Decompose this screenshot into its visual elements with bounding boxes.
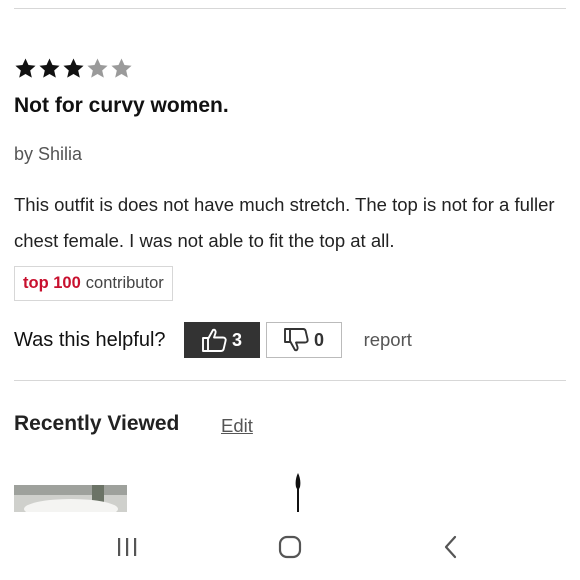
home-button[interactable] (270, 532, 310, 562)
recently-viewed-heading: Recently Viewed (14, 412, 180, 435)
review-body: This outfit is does not have much stretc… (14, 194, 555, 251)
contributor-badge: top 100 contributor (14, 266, 173, 301)
star-icon (39, 58, 60, 78)
star-icon (111, 58, 132, 78)
helpful-prompt: Was this helpful? (14, 328, 166, 351)
review-title: Not for curvy women. (14, 94, 229, 117)
star-icon (87, 58, 108, 78)
report-link[interactable]: report (364, 329, 412, 351)
upvote-button[interactable]: 3 (183, 322, 260, 358)
review-author: by Shilia (14, 144, 83, 164)
downvote-button[interactable]: 0 (265, 322, 342, 358)
recently-viewed-mascara-thumbnail[interactable] (294, 473, 302, 513)
badge-label: contributor (85, 274, 164, 292)
downvote-count: 0 (314, 329, 325, 350)
star-icon (15, 58, 36, 78)
thumbs-down-icon (284, 328, 309, 352)
badge-rank: top 100 (23, 274, 81, 292)
upvote-count: 3 (232, 329, 243, 350)
recent-apps-button[interactable] (107, 532, 147, 562)
recently-viewed-product-thumbnail[interactable] (14, 485, 127, 512)
system-navigation-bar (0, 512, 580, 580)
back-button[interactable] (431, 532, 471, 562)
star-icon (63, 58, 84, 78)
recent-apps-icon (118, 538, 137, 556)
home-icon (278, 535, 302, 559)
top-divider (14, 8, 566, 9)
section-divider (14, 380, 566, 381)
back-icon (444, 535, 457, 559)
star-rating (14, 57, 133, 80)
recently-viewed-edit-link[interactable]: Edit (221, 415, 253, 437)
thumbs-up-icon (202, 328, 227, 352)
helpful-row: Was this helpful? 3 0 report (14, 321, 412, 359)
